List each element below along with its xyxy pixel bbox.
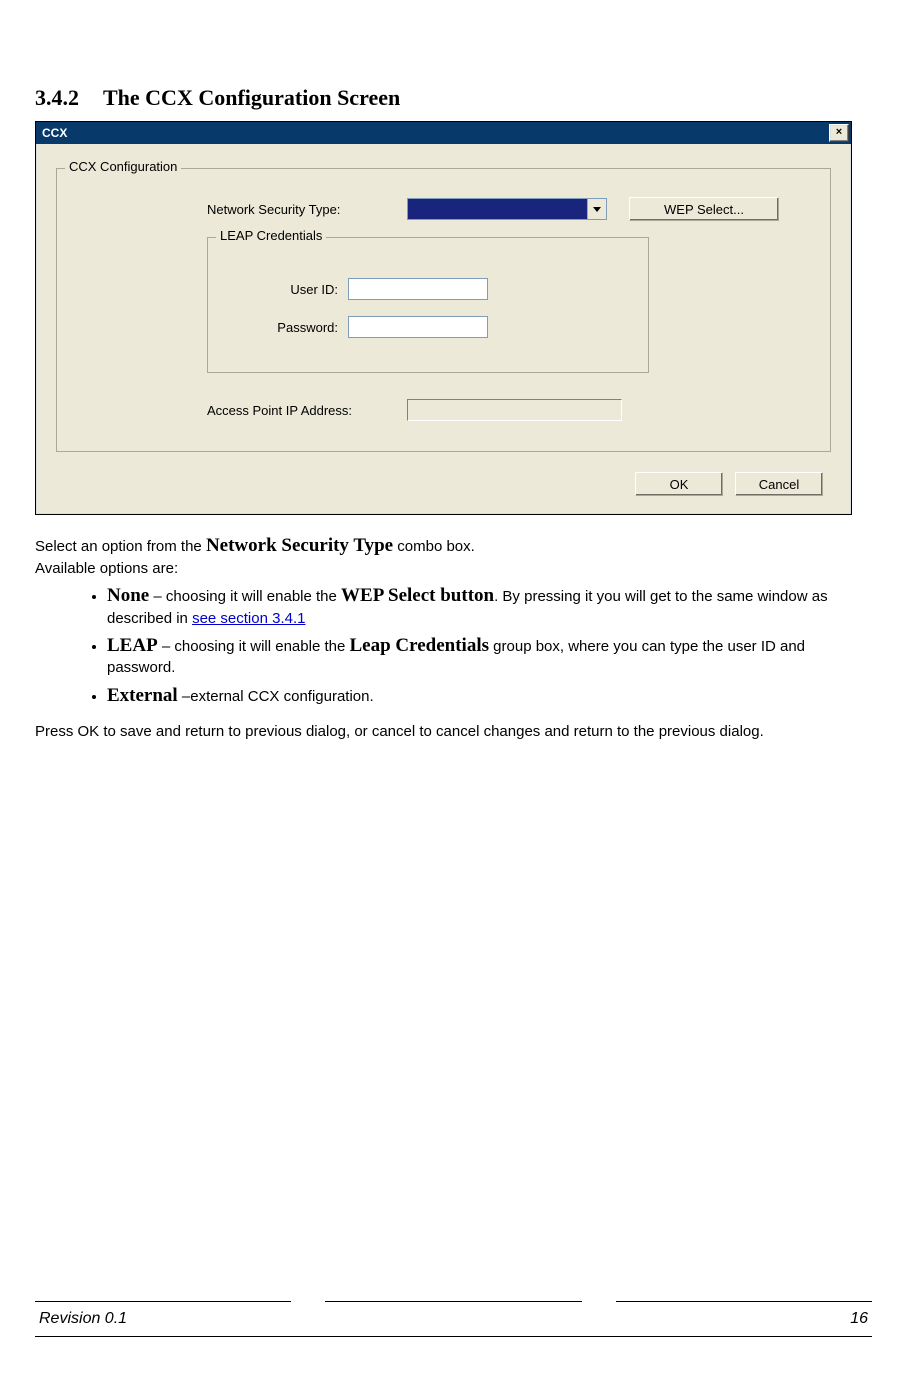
ccx-group-legend: CCX Configuration bbox=[65, 159, 181, 174]
revision-label: Revision 0.1 bbox=[39, 1310, 127, 1328]
nst-term: Network Security Type bbox=[206, 535, 393, 556]
wep-select-button[interactable]: WEP Select... bbox=[629, 197, 779, 221]
see-section-link[interactable]: see section 3.4.1 bbox=[192, 610, 305, 627]
ccx-dialog: CCX × CCX Configuration Network Security… bbox=[35, 121, 852, 515]
close-icon[interactable]: × bbox=[829, 124, 849, 142]
option-leap: LEAP – choosing it will enable the Leap … bbox=[107, 633, 872, 679]
userid-field[interactable] bbox=[348, 278, 488, 300]
section-heading: 3.4.2 The CCX Configuration Screen bbox=[35, 85, 872, 111]
section-number: 3.4.2 bbox=[35, 85, 79, 111]
page-number: 16 bbox=[850, 1310, 868, 1328]
network-security-type-label: Network Security Type: bbox=[207, 202, 407, 217]
network-security-type-combo[interactable] bbox=[407, 198, 607, 220]
leap-credentials-group: LEAP Credentials User ID: Password: bbox=[207, 237, 649, 373]
password-label: Password: bbox=[228, 320, 348, 335]
body-text: Select an option from the Network Securi… bbox=[35, 533, 872, 743]
titlebar: CCX × bbox=[36, 122, 851, 144]
ok-button[interactable]: OK bbox=[635, 472, 723, 496]
ap-ip-field bbox=[407, 399, 622, 421]
section-title: The CCX Configuration Screen bbox=[103, 85, 400, 110]
ccx-configuration-group: CCX Configuration Network Security Type:… bbox=[56, 168, 831, 452]
option-external: External –external CCX configuration. bbox=[107, 683, 872, 709]
dialog-title: CCX bbox=[42, 126, 67, 140]
leap-group-legend: LEAP Credentials bbox=[216, 228, 326, 243]
page-footer: Revision 0.1 16 bbox=[35, 1301, 872, 1337]
ap-ip-label: Access Point IP Address: bbox=[207, 403, 407, 418]
cancel-button[interactable]: Cancel bbox=[735, 472, 823, 496]
password-field[interactable] bbox=[348, 316, 488, 338]
option-none: None – choosing it will enable the WEP S… bbox=[107, 583, 872, 629]
chevron-down-icon[interactable] bbox=[587, 199, 606, 219]
userid-label: User ID: bbox=[228, 282, 348, 297]
